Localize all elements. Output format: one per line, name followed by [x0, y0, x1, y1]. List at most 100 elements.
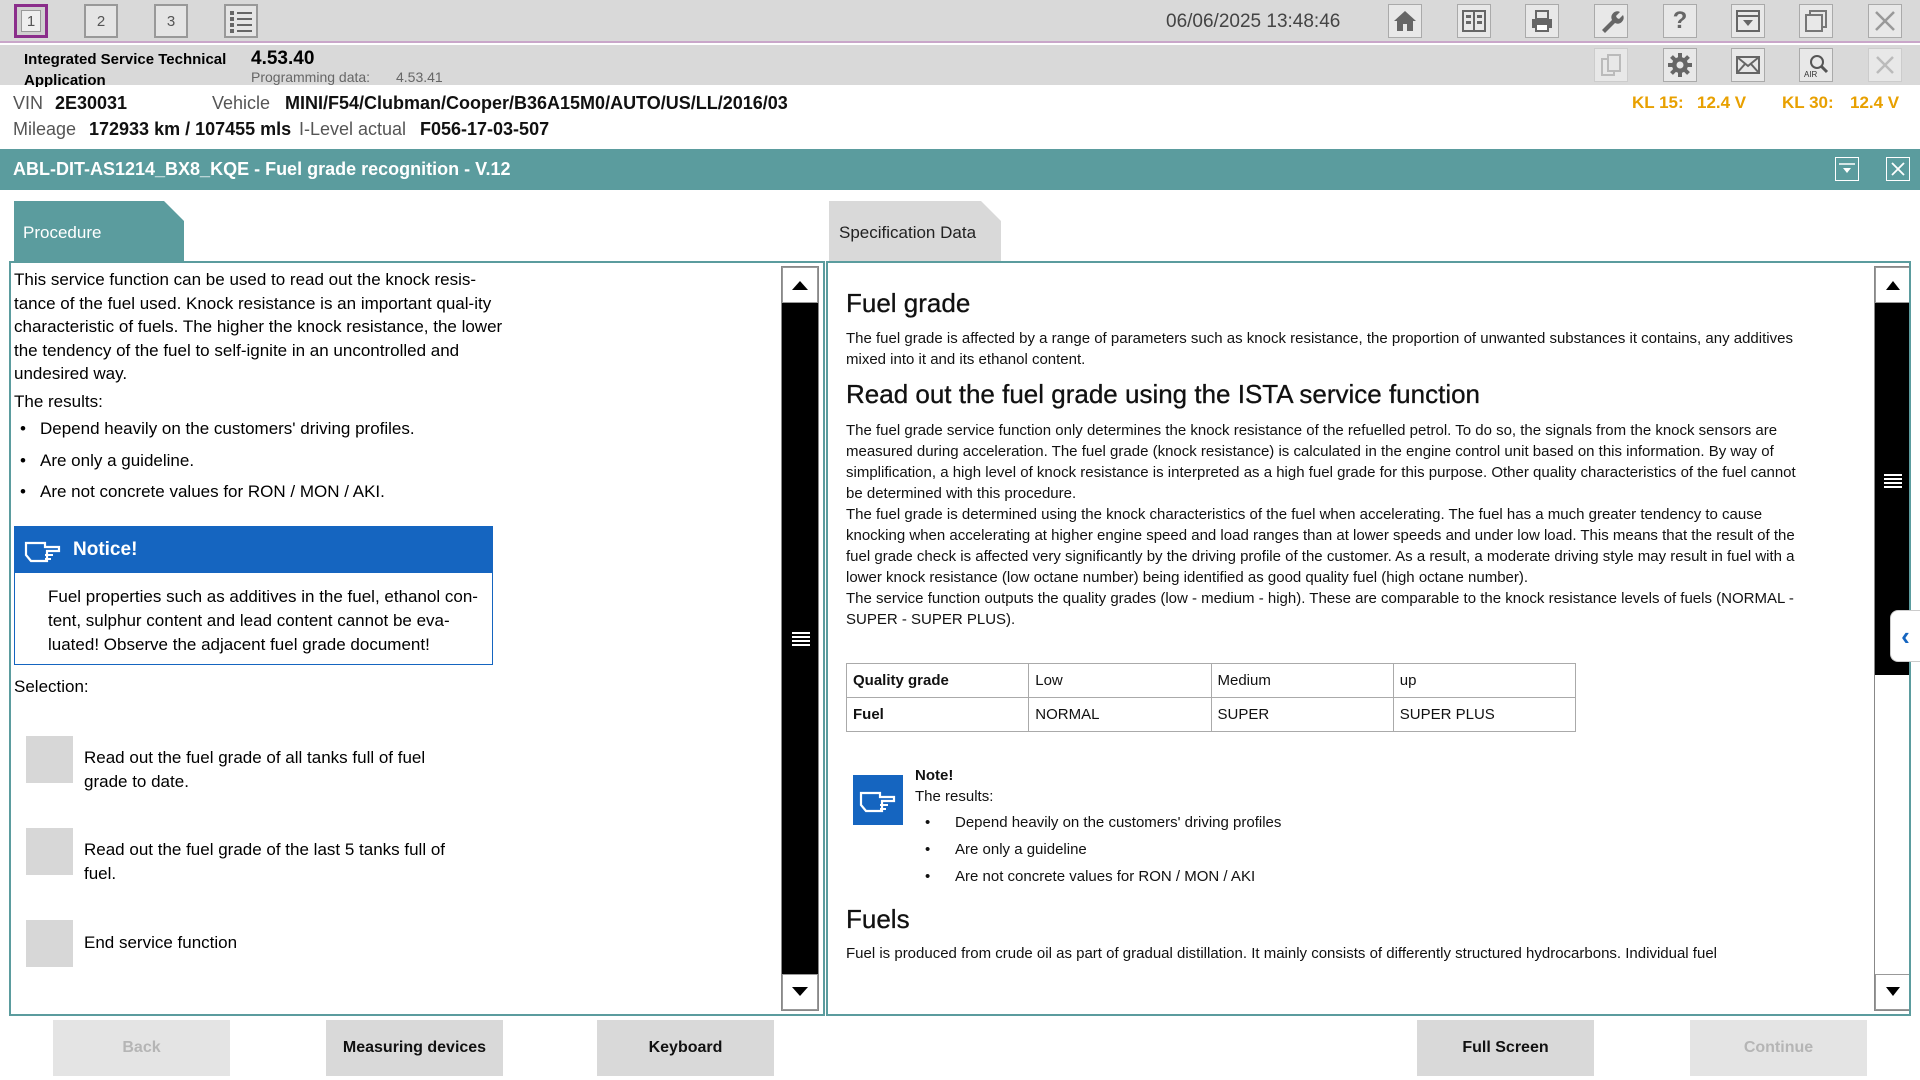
- svg-text:AIR: AIR: [1804, 70, 1818, 78]
- copy-button[interactable]: [1594, 48, 1628, 82]
- kl30-label: KL 30:: [1782, 93, 1834, 112]
- table-cell: Medium: [1210, 663, 1394, 698]
- function-title: ABL-DIT-AS1214_BX8_KQE - Fuel grade reco…: [13, 159, 511, 179]
- kl15-label: KL 15:: [1632, 93, 1684, 112]
- restore-window-button[interactable]: [1799, 4, 1833, 38]
- procedure-scrollbar[interactable]: [781, 266, 819, 1011]
- dropdown-window-icon: [1839, 163, 1855, 173]
- app-version: 4.53.40: [251, 48, 315, 69]
- scroll-up-button[interactable]: [782, 267, 818, 303]
- scroll-grip-icon: [1884, 474, 1902, 488]
- home-icon: [1394, 11, 1416, 31]
- tools-button[interactable]: [1594, 4, 1628, 38]
- restore-window-icon: [1805, 10, 1827, 32]
- copy-icon: [1601, 54, 1621, 76]
- heading-fuels: Fuels: [846, 904, 910, 934]
- close-session-button[interactable]: [1868, 48, 1902, 82]
- option-checkbox[interactable]: [26, 736, 73, 783]
- table-cell: up: [1392, 663, 1577, 698]
- list-item: Are only a guideline: [915, 839, 1281, 860]
- table-cell: Low: [1028, 663, 1212, 698]
- mileage-label: Mileage: [13, 119, 77, 139]
- paragraph: The fuel grade is determined using the k…: [846, 506, 1795, 586]
- vin-label: VIN: [13, 93, 44, 113]
- table-cell: NORMAL: [1028, 697, 1212, 732]
- list-view-button[interactable]: [224, 4, 258, 38]
- tab-procedure[interactable]: Procedure: [14, 201, 184, 261]
- dropdown-window-icon: [1736, 10, 1760, 32]
- datetime: 06/06/2025 13:48:46: [1166, 11, 1341, 32]
- full-screen-button[interactable]: Full Screen: [1417, 1020, 1594, 1076]
- notice-box: Notice! Fuel properties such as additive…: [14, 526, 493, 665]
- mail-button[interactable]: [1731, 48, 1765, 82]
- close-icon: [1891, 162, 1905, 176]
- procedure-intro: This service function can be used to rea…: [14, 270, 503, 383]
- results-label: The results:: [14, 391, 103, 411]
- paragraph: The fuel grade service function only det…: [846, 422, 1796, 502]
- close-app-button[interactable]: [1868, 4, 1902, 38]
- dropdown-window-button[interactable]: [1731, 4, 1765, 38]
- table-row: Quality grade Low Medium up: [845, 663, 1577, 698]
- tab-1[interactable]: 1: [14, 4, 48, 38]
- note-title: Note!: [915, 767, 954, 784]
- tab-specification-data[interactable]: Specification Data: [829, 201, 1001, 261]
- ilevel-label: I-Level actual: [299, 119, 407, 139]
- air-search-icon: AIR: [1804, 55, 1829, 78]
- tab-3[interactable]: 3: [154, 4, 188, 38]
- programming-data-value: 4.53.41: [396, 69, 443, 85]
- paragraph: Fuel is produced from crude oil as part …: [846, 945, 1717, 962]
- scroll-down-button[interactable]: [1875, 974, 1909, 1010]
- tab-2[interactable]: 2: [84, 4, 118, 38]
- tab-3-label: 3: [166, 12, 176, 30]
- keyboard-button[interactable]: Keyboard: [597, 1020, 774, 1076]
- note-list: Depend heavily on the customers' driving…: [915, 812, 1281, 893]
- list-item: Are not concrete values for RON / MON / …: [14, 480, 504, 504]
- heading-fuel-grade: Fuel grade: [846, 288, 971, 318]
- printer-icon: [1532, 10, 1552, 32]
- option-read-last-5-tanks[interactable]: Read out the fuel grade of the last 5 ta…: [26, 828, 486, 886]
- app-info-bar: Integrated Service Technical Application…: [0, 45, 1920, 89]
- wrench-icon: [1602, 11, 1624, 33]
- split-view-button[interactable]: [1457, 4, 1491, 38]
- help-button[interactable]: ?: [1663, 4, 1697, 38]
- procedure-panel: This service function can be used to rea…: [9, 261, 825, 1016]
- vin-value: 2E30031: [55, 93, 128, 113]
- vehicle-label: Vehicle: [212, 93, 271, 113]
- side-panel-toggle[interactable]: ‹: [1890, 610, 1920, 662]
- arrow-down-icon: [1886, 987, 1900, 996]
- mail-icon: [1736, 56, 1760, 74]
- tab-2-label: 2: [96, 12, 106, 30]
- home-button[interactable]: [1388, 4, 1422, 38]
- arrow-up-icon: [1886, 281, 1900, 290]
- note-box: Note! The results: Depend heavily on the…: [846, 765, 1801, 895]
- specification-panel: Fuel grade The fuel grade is affected by…: [826, 261, 1911, 1016]
- tab-1-label: 1: [21, 10, 41, 32]
- vehicle-info: VIN 2E30031 Vehicle MINI/F54/Clubman/Coo…: [0, 87, 1920, 145]
- notice-hand-icon: [853, 775, 903, 825]
- option-label: Read out the fuel grade of the last 5 ta…: [84, 840, 446, 883]
- scroll-thumb-grip-icon[interactable]: [792, 631, 810, 647]
- air-search-button[interactable]: AIR: [1799, 48, 1833, 82]
- collapse-button[interactable]: [1835, 157, 1859, 181]
- print-button[interactable]: [1525, 4, 1559, 38]
- table-row: Fuel NORMAL SUPER SUPER PLUS: [845, 697, 1577, 732]
- option-checkbox[interactable]: [26, 828, 73, 875]
- table-cell: SUPER PLUS: [1392, 697, 1577, 732]
- back-button[interactable]: Back: [53, 1020, 230, 1076]
- notice-header: Notice!: [15, 527, 492, 573]
- option-end-service-function[interactable]: End service function: [26, 920, 486, 967]
- programming-data-label: Programming data:: [251, 69, 371, 85]
- continue-button[interactable]: Continue: [1690, 1020, 1867, 1076]
- scroll-up-button[interactable]: [1875, 267, 1909, 303]
- option-label: Read out the fuel grade of all tanks ful…: [84, 748, 426, 791]
- option-checkbox[interactable]: [26, 920, 73, 967]
- arrow-down-icon: [792, 987, 808, 996]
- measuring-devices-button[interactable]: Measuring devices: [326, 1020, 503, 1076]
- scroll-down-button[interactable]: [782, 974, 818, 1010]
- arrow-up-icon: [792, 281, 808, 290]
- paragraph: The fuel grade is affected by a range of…: [846, 330, 1793, 368]
- close-function-button[interactable]: [1886, 157, 1910, 181]
- settings-button[interactable]: [1663, 48, 1697, 82]
- option-read-all-tanks[interactable]: Read out the fuel grade of all tanks ful…: [26, 736, 486, 794]
- results-list: Depend heavily on the customers' driving…: [14, 417, 504, 504]
